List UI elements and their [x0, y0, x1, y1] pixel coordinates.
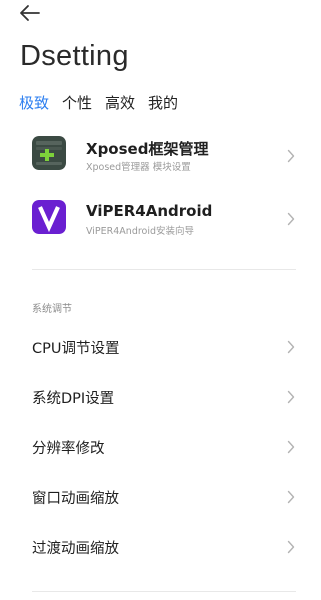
resolution-row[interactable]: 分辨率修改: [0, 423, 321, 471]
viper-row[interactable]: ViPER4Android ViPER4Android安装向导: [0, 186, 321, 248]
viper-subtitle: ViPER4Android安装向导: [86, 226, 195, 237]
viper-title: ViPER4Android: [86, 202, 213, 220]
chevron-right-icon: [287, 340, 295, 354]
page-title: Dsetting: [20, 40, 129, 72]
chevron-right-icon: [287, 390, 295, 404]
back-arrow-icon: [20, 5, 40, 21]
setting-label: 窗口动画缩放: [32, 491, 119, 507]
tab-gexing[interactable]: 个性: [62, 92, 92, 113]
divider: [32, 591, 296, 592]
setting-label: 系统DPI设置: [32, 391, 115, 407]
xposed-row[interactable]: Xposed框架管理 Xposed管理器 模块设置: [0, 126, 321, 188]
setting-label: CPU调节设置: [32, 341, 120, 357]
xposed-icon: [32, 136, 66, 170]
chevron-right-icon: [287, 490, 295, 504]
dpi-settings-row[interactable]: 系统DPI设置: [0, 373, 321, 421]
tab-wode[interactable]: 我的: [148, 92, 178, 113]
chevron-right-icon: [287, 540, 295, 554]
tab-jizhi[interactable]: 极致: [19, 92, 49, 113]
chevron-right-icon: [287, 149, 295, 163]
tab-bar: 极致 个性 高效 我的: [19, 92, 191, 113]
viper-icon: [32, 200, 66, 234]
setting-label: 分辨率修改: [32, 441, 105, 457]
tab-gaoxiao[interactable]: 高效: [105, 92, 135, 113]
xposed-subtitle: Xposed管理器 模块设置: [86, 162, 191, 173]
window-animation-row[interactable]: 窗口动画缩放: [0, 473, 321, 521]
xposed-title: Xposed框架管理: [86, 140, 209, 158]
chevron-right-icon: [287, 212, 295, 226]
section-header: 系统调节: [32, 304, 72, 315]
back-button[interactable]: [18, 2, 42, 24]
divider: [32, 269, 296, 270]
transition-animation-row[interactable]: 过渡动画缩放: [0, 523, 321, 571]
cpu-settings-row[interactable]: CPU调节设置: [0, 323, 321, 371]
chevron-right-icon: [287, 440, 295, 454]
setting-label: 过渡动画缩放: [32, 541, 119, 557]
